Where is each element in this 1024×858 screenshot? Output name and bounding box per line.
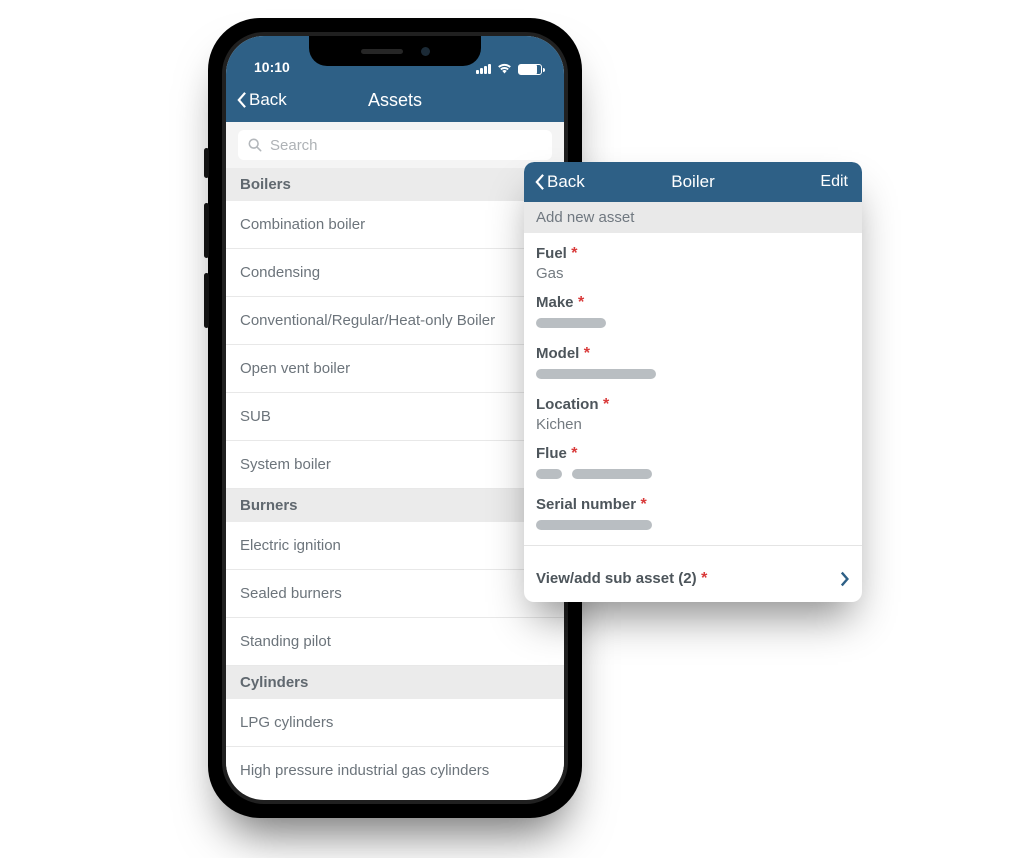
placeholder-bar — [536, 318, 606, 328]
mute-switch — [204, 148, 209, 178]
field-label: Model — [536, 345, 579, 362]
search-icon — [248, 138, 262, 152]
list-item[interactable]: Standing pilot — [226, 618, 564, 666]
list-item[interactable]: System boiler — [226, 441, 564, 489]
required-indicator: * — [641, 496, 647, 513]
field-model[interactable]: Model * — [536, 337, 850, 388]
search-container: Search — [226, 122, 564, 168]
detail-title: Boiler — [671, 172, 714, 192]
chevron-left-icon — [236, 91, 247, 109]
field-flue[interactable]: Flue * — [536, 437, 850, 488]
list-item[interactable]: LPG cylinders — [226, 699, 564, 747]
field-label: Serial number — [536, 496, 636, 513]
list-item[interactable]: SUB — [226, 393, 564, 441]
page-title: Assets — [368, 90, 422, 111]
divider — [524, 545, 862, 546]
list-item[interactable]: Open vent boiler — [226, 345, 564, 393]
placeholder-bar — [536, 369, 656, 379]
field-location[interactable]: Location * Kichen — [536, 388, 850, 437]
view-add-sub-asset-row[interactable]: View/add sub asset (2) * — [524, 556, 862, 602]
volume-up-button — [204, 203, 209, 258]
volume-down-button — [204, 273, 209, 328]
list-item[interactable]: Conventional/Regular/Heat-only Boiler — [226, 297, 564, 345]
placeholder-bar — [536, 469, 562, 479]
list-item[interactable]: High pressure industrial gas cylinders — [226, 747, 564, 794]
placeholder-bar — [572, 469, 652, 479]
detail-back-label: Back — [547, 172, 585, 192]
wifi-icon — [497, 63, 512, 75]
detail-nav-bar: Back Boiler Edit — [524, 162, 862, 202]
search-input[interactable]: Search — [238, 130, 552, 160]
asset-form: Fuel * Gas Make * Model * Location * Kic… — [524, 233, 862, 556]
field-label: Fuel — [536, 245, 567, 262]
required-indicator: * — [701, 570, 707, 587]
list-item[interactable]: Electric ignition — [226, 522, 564, 570]
assets-list[interactable]: Boilers Combination boiler Condensing Co… — [226, 168, 564, 794]
section-header-burners: Burners — [226, 489, 564, 522]
list-item[interactable]: Condensing — [226, 249, 564, 297]
section-header-cylinders: Cylinders — [226, 666, 564, 699]
field-label: Location — [536, 396, 599, 413]
field-value: Kichen — [536, 416, 850, 433]
field-label: Flue — [536, 445, 567, 462]
field-label: Make — [536, 294, 574, 311]
front-camera — [421, 47, 430, 56]
list-item[interactable]: Sealed burners — [226, 570, 564, 618]
chevron-right-icon — [840, 571, 850, 587]
field-value: Gas — [536, 265, 850, 282]
detail-back-button[interactable]: Back — [524, 172, 585, 192]
battery-icon — [518, 64, 542, 75]
back-label: Back — [249, 90, 287, 110]
required-indicator: * — [603, 396, 609, 413]
boiler-detail-card: Back Boiler Edit Add new asset Fuel * Ga… — [524, 162, 862, 602]
notch — [309, 36, 481, 66]
required-indicator: * — [571, 245, 577, 262]
field-fuel[interactable]: Fuel * Gas — [536, 237, 850, 286]
required-indicator: * — [584, 345, 590, 362]
cellular-signal-icon — [475, 64, 491, 74]
required-indicator: * — [571, 445, 577, 462]
back-button[interactable]: Back — [226, 90, 287, 110]
field-make[interactable]: Make * — [536, 286, 850, 337]
placeholder-bar — [536, 520, 652, 530]
required-indicator: * — [578, 294, 584, 311]
section-header-boilers: Boilers — [226, 168, 564, 201]
search-placeholder: Search — [270, 137, 318, 154]
assets-nav-bar: Back Assets — [226, 78, 564, 122]
speaker-grille — [361, 49, 403, 54]
field-serial-number[interactable]: Serial number * — [536, 488, 850, 539]
status-time: 10:10 — [254, 59, 290, 75]
edit-button[interactable]: Edit — [820, 173, 848, 191]
list-item[interactable]: Combination boiler — [226, 201, 564, 249]
detail-subtitle: Add new asset — [524, 202, 862, 233]
chevron-left-icon — [534, 173, 545, 191]
sub-asset-label: View/add sub asset (2) — [536, 570, 697, 587]
